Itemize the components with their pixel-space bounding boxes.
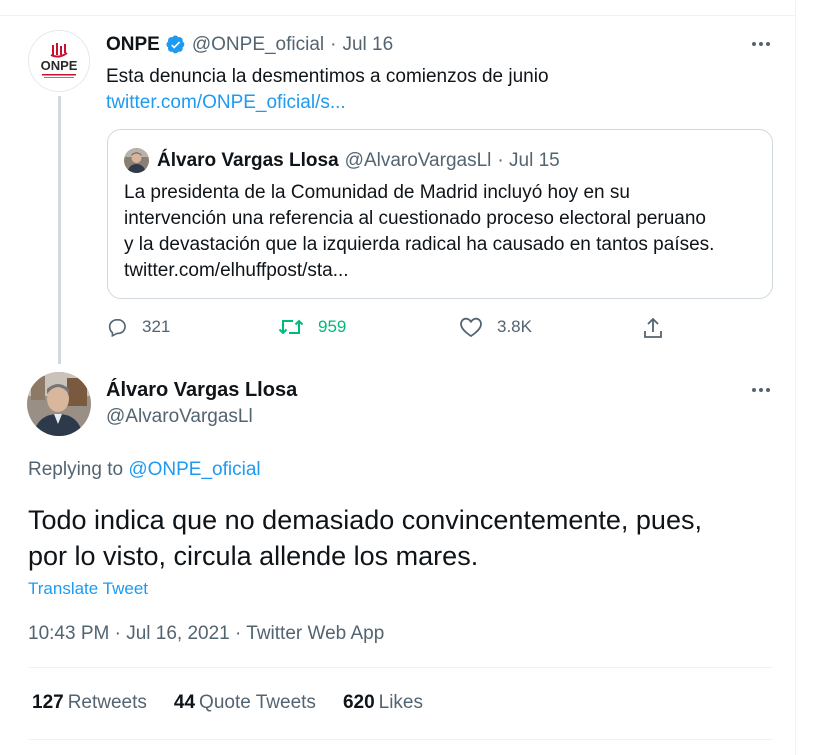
retweet-count: 959: [318, 317, 347, 336]
parent-tweet-actions: 321 959 3.8K: [106, 316, 666, 346]
thread-connector-line: [58, 96, 61, 364]
tweet-text-line: por lo visto, circula allende los mares.: [28, 541, 479, 571]
parent-tweet-header: ONPE @ONPE_oficial · Jul 16: [106, 34, 393, 56]
tweet-thread-panel: ONPE ONPE @ONPE_oficial · Jul 16 Esta de…: [0, 0, 796, 755]
retweets-count: 127: [32, 692, 64, 713]
more-options-icon[interactable]: [747, 380, 775, 400]
retweet-button[interactable]: 959: [278, 316, 346, 338]
onpe-logo-icon: ONPE: [29, 31, 89, 91]
like-count: 3.8K: [497, 317, 532, 336]
quoted-tweet-text: La presidenta de la Comunidad de Madrid …: [124, 180, 764, 284]
quoted-text-line: La presidenta de la Comunidad de Madrid …: [124, 182, 630, 203]
replying-to-line: Replying to @ONPE_oficial: [28, 459, 261, 481]
heart-icon: [460, 317, 482, 338]
date-separator: ·: [330, 34, 337, 55]
more-options-icon[interactable]: [747, 34, 775, 54]
reply-button[interactable]: 321: [106, 316, 170, 338]
parent-tweet-text: Esta denuncia la desmentimos a comienzos…: [106, 66, 549, 87]
like-button[interactable]: 3.8K: [459, 316, 532, 338]
retweets-label: Retweets: [67, 692, 147, 713]
share-button[interactable]: [642, 316, 678, 340]
author-name[interactable]: Álvaro Vargas Llosa: [106, 379, 297, 402]
divider: [28, 739, 773, 740]
tweet-timestamp-source[interactable]: 10:43 PM · Jul 16, 2021 · Twitter Web Ap…: [28, 623, 384, 645]
replying-to-label: Replying to: [28, 459, 124, 480]
reply-count: 321: [142, 317, 171, 336]
quote-tweets-label: Quote Tweets: [199, 692, 316, 713]
quoted-author-handle: @AlvaroVargasLl: [344, 149, 492, 171]
quoted-tweet-card[interactable]: Álvaro Vargas Llosa @AlvaroVargasLl · Ju…: [107, 129, 773, 299]
author-avatar[interactable]: [27, 372, 91, 436]
author-handle[interactable]: @AlvaroVargasLl: [106, 406, 253, 428]
reply-icon: [108, 319, 126, 338]
likes-count: 620: [342, 692, 375, 713]
quote-tweets-count: 44: [173, 692, 196, 713]
quoted-text-link: twitter.com/elhuffpost/sta...: [124, 260, 349, 281]
quoted-author-avatar: [124, 148, 149, 173]
quoted-author-name: Álvaro Vargas Llosa: [157, 149, 339, 171]
likes-stat[interactable]: 620 Likes: [343, 692, 423, 714]
retweets-stat[interactable]: 127 Retweets: [32, 692, 147, 714]
verified-badge-icon: [166, 35, 186, 55]
parent-author-name[interactable]: ONPE: [106, 34, 160, 56]
parent-tweet-link[interactable]: twitter.com/ONPE_oficial/s...: [106, 90, 346, 116]
translate-tweet-link[interactable]: Translate Tweet: [28, 579, 148, 599]
tweet-text: Todo indica que no demasiado convincente…: [28, 502, 778, 574]
quoted-tweet-date: · Jul 15: [497, 149, 560, 171]
quote-tweets-stat[interactable]: 44 Quote Tweets: [174, 692, 316, 714]
tweet-text-line: Todo indica que no demasiado convincente…: [28, 505, 702, 535]
replying-to-handle-link[interactable]: @ONPE_oficial: [128, 459, 260, 480]
quoted-text-line: y la devastación que la izquierda radica…: [124, 234, 715, 255]
divider: [28, 667, 773, 668]
retweet-icon: [278, 319, 304, 335]
tweet-stats: 127 Retweets 44 Quote Tweets 620 Likes: [32, 692, 450, 714]
parent-author-handle[interactable]: @ONPE_oficial: [192, 34, 324, 56]
quoted-tweet-header: Álvaro Vargas Llosa @AlvaroVargasLl · Ju…: [124, 148, 560, 173]
onpe-logo-text: ONPE: [41, 58, 78, 73]
share-icon: [644, 317, 662, 338]
top-divider: [0, 15, 795, 16]
quoted-text-line: intervención una referencia al cuestiona…: [124, 208, 706, 229]
parent-tweet-date[interactable]: Jul 16: [342, 34, 393, 56]
onpe-avatar[interactable]: ONPE: [28, 30, 90, 92]
likes-label: Likes: [378, 692, 423, 713]
